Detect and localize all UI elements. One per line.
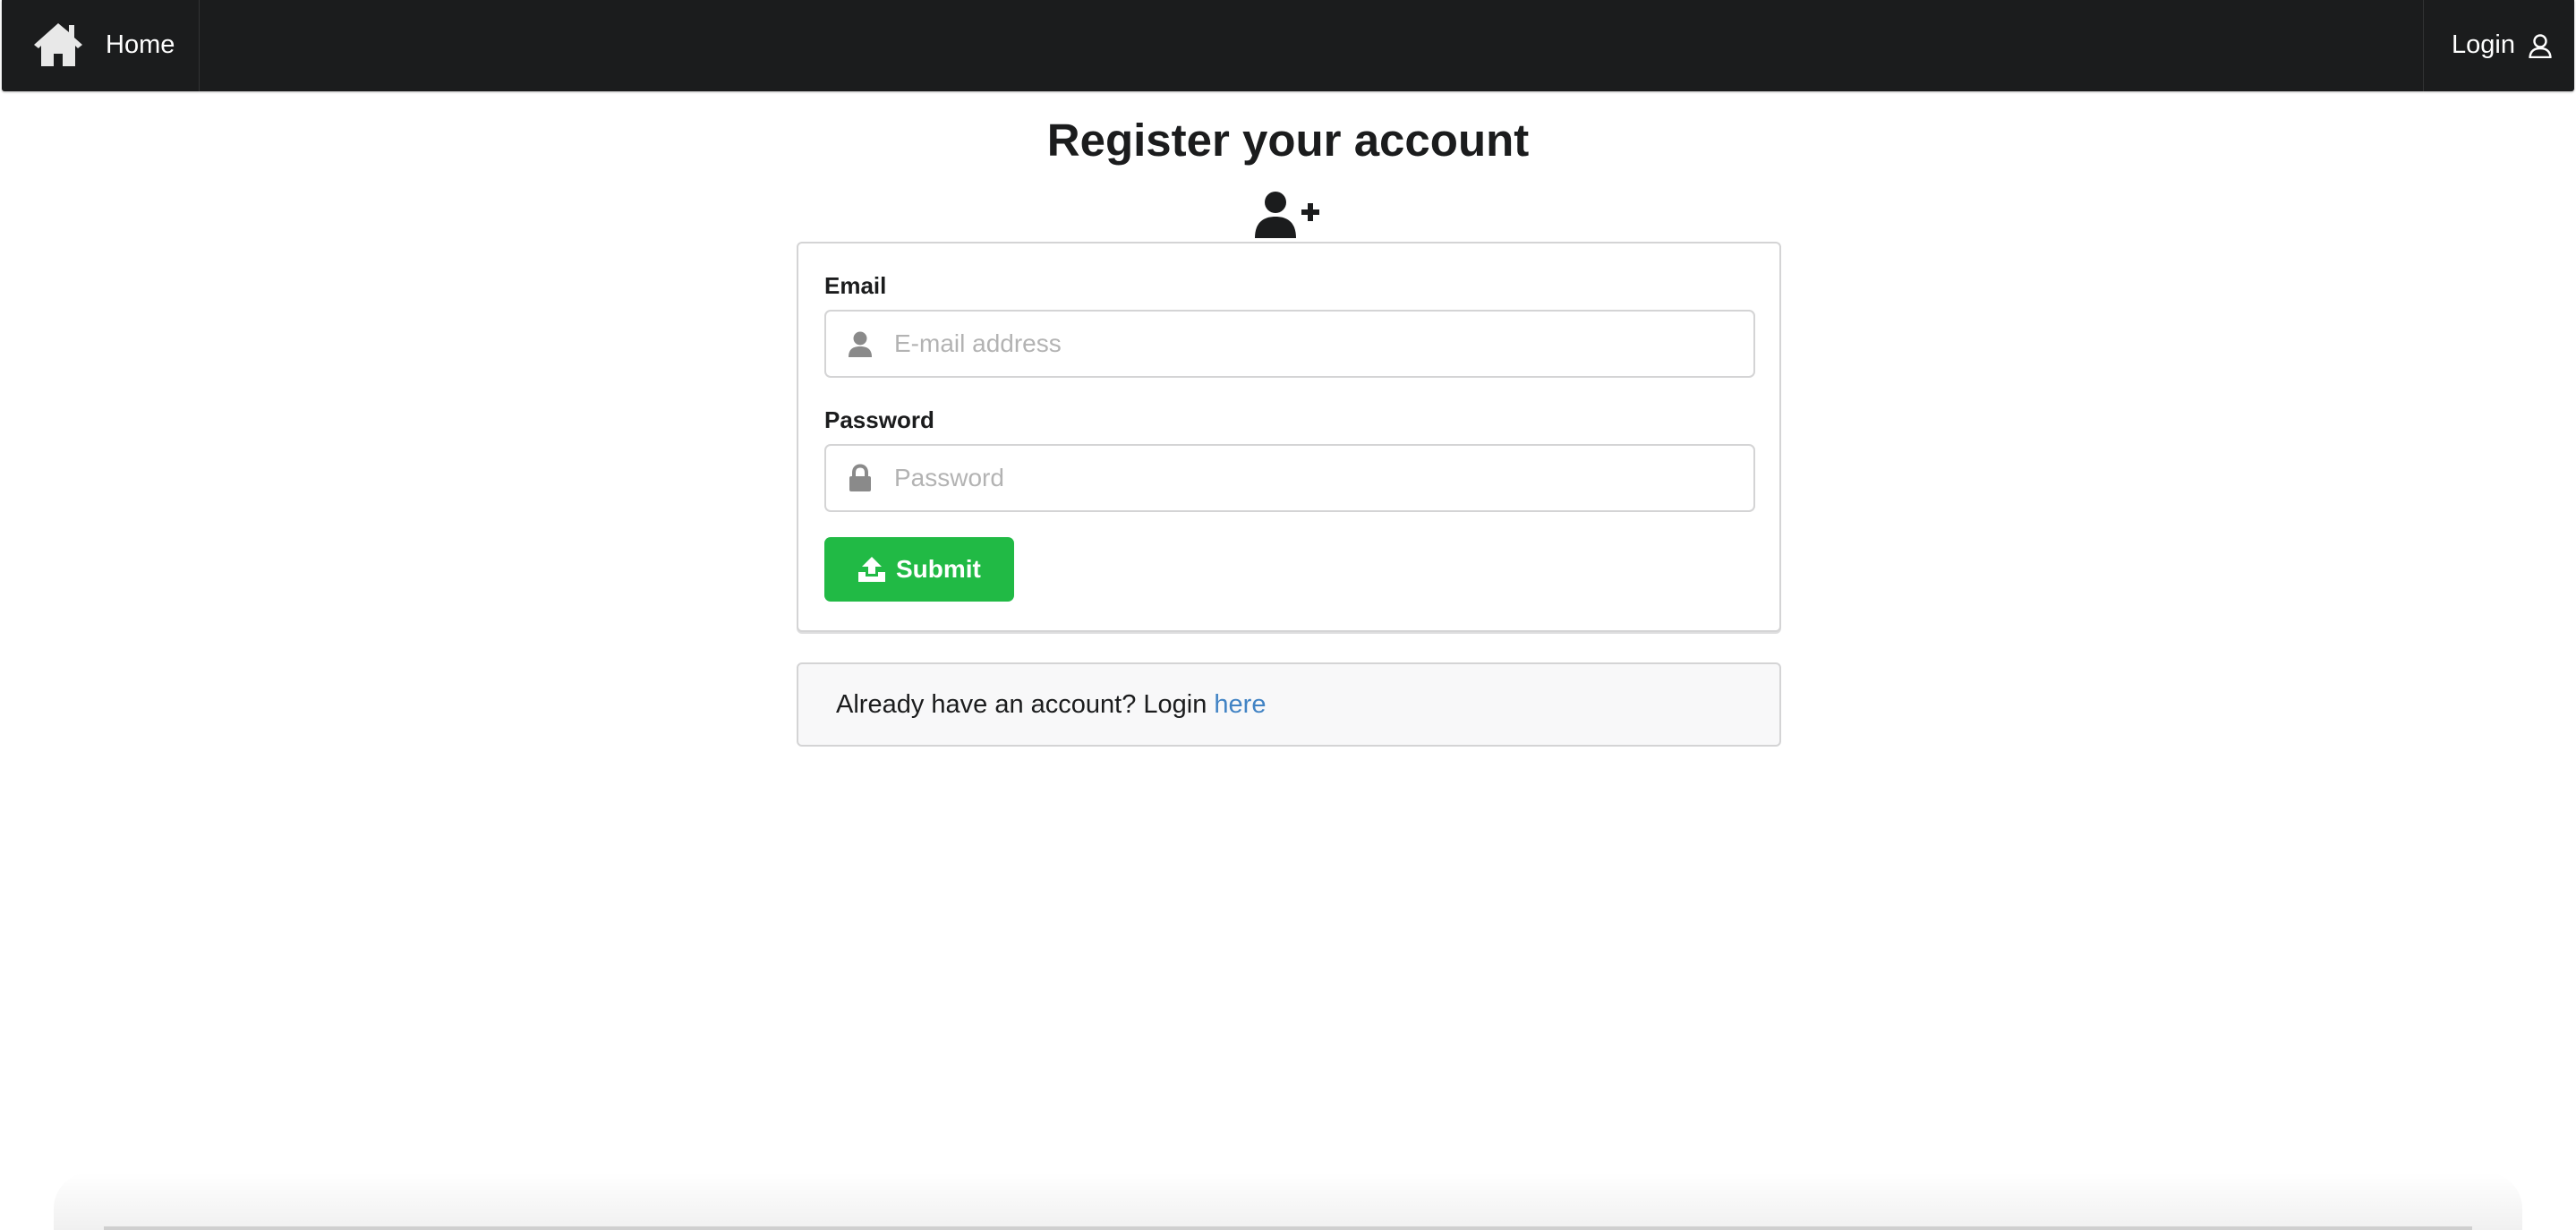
user-plus-icon (1255, 192, 1319, 238)
user-icon (849, 331, 872, 357)
login-message: Already have an account? Login here (797, 662, 1781, 747)
upload-icon (858, 557, 885, 582)
bottom-shadow (54, 1173, 2522, 1230)
email-field-wrapper (824, 310, 1755, 378)
home-icon (34, 23, 82, 66)
email-input[interactable] (894, 312, 1736, 376)
user-outline-icon (2529, 34, 2552, 58)
register-form: Email Password Submit (797, 242, 1781, 632)
password-field-wrapper (824, 444, 1755, 512)
login-here-link[interactable]: here (1214, 690, 1266, 719)
bottom-divider (104, 1226, 2472, 1230)
top-navbar: Home Login (2, 0, 2574, 91)
password-label: Password (824, 406, 934, 433)
submit-button[interactable]: Submit (824, 537, 1014, 602)
login-message-text: Already have an account? Login here (836, 690, 1267, 719)
lock-icon (849, 464, 871, 491)
page-title: Register your account (1046, 115, 1530, 166)
nav-login-link[interactable]: Login (2423, 0, 2574, 91)
nav-login-label: Login (2452, 30, 2515, 59)
nav-home-label: Home (106, 30, 175, 59)
submit-button-label: Submit (896, 555, 981, 583)
email-label: Email (824, 272, 887, 299)
password-input[interactable] (894, 446, 1736, 510)
nav-home-link[interactable]: Home (2, 0, 200, 91)
